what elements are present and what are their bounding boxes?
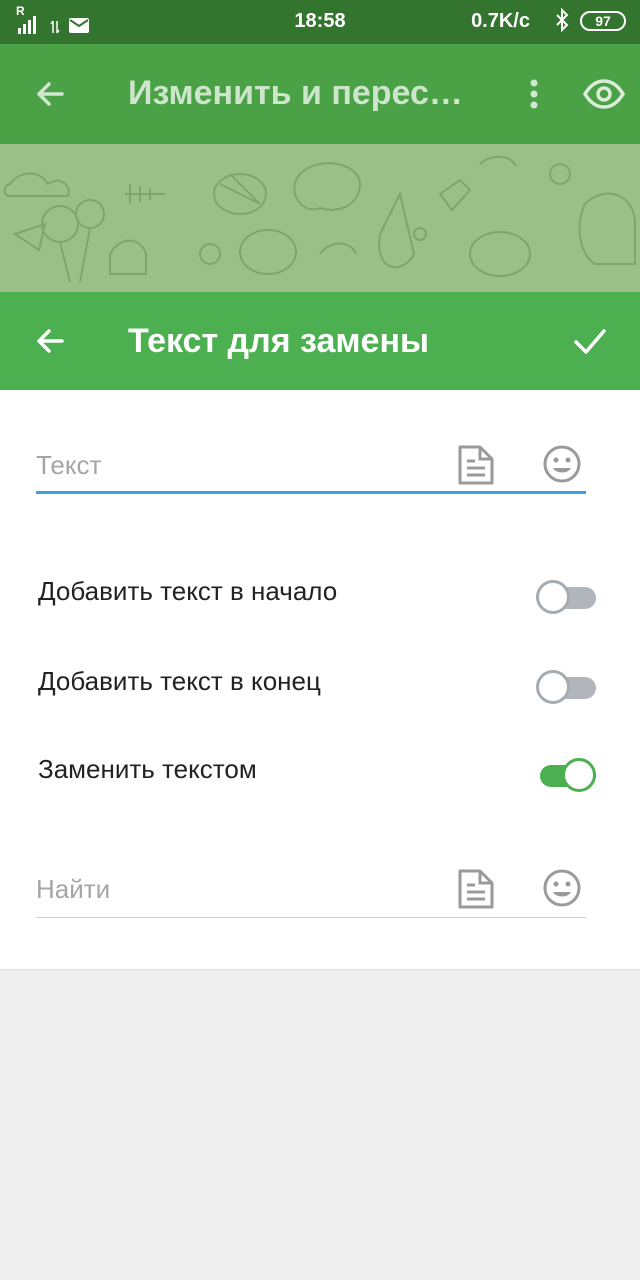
option-replace-with-text[interactable]: Заменить текстом — [38, 742, 608, 802]
empty-area — [0, 971, 640, 1280]
dialog-header: Текст для замены — [0, 292, 640, 390]
preview-button[interactable] — [578, 70, 630, 118]
network-speed: 0.7K/c — [471, 10, 530, 32]
bluetooth-icon — [554, 7, 570, 38]
chat-wallpaper — [0, 144, 640, 292]
switch-thumb — [562, 758, 596, 792]
toggle-switch-off[interactable] — [536, 670, 596, 704]
option-prepend-text[interactable]: Добавить текст в начало — [38, 564, 608, 624]
field-underline — [36, 917, 586, 918]
replacement-text-field[interactable]: Текст — [36, 434, 586, 494]
find-text-placeholder: Найти — [36, 874, 111, 904]
wallpaper-doodles — [3, 155, 636, 283]
check-icon — [574, 329, 606, 354]
confirm-button[interactable] — [566, 317, 614, 365]
arrow-back-icon — [37, 82, 64, 106]
more-options-button[interactable] — [510, 70, 558, 118]
back-button[interactable] — [26, 70, 74, 118]
switch-thumb — [536, 670, 570, 704]
field-underline-active — [36, 491, 586, 494]
arrow-back-icon — [37, 329, 64, 353]
dialog-back-button[interactable] — [26, 317, 74, 365]
smiley-icon — [543, 869, 581, 907]
more-vert-icon — [530, 79, 538, 109]
document-icon — [458, 869, 494, 909]
document-icon — [458, 445, 494, 485]
paste-document-button[interactable] — [456, 868, 496, 915]
page-title: Изменить и перес… — [128, 74, 463, 112]
paste-document-button[interactable] — [456, 444, 496, 491]
dialog-title: Текст для замены — [128, 322, 430, 360]
eye-icon — [583, 79, 625, 109]
smiley-icon — [543, 445, 581, 483]
replacement-text-placeholder: Текст — [36, 450, 102, 480]
battery-indicator: 97 — [580, 11, 626, 31]
dialog-body: Текст Добавить текст в начало Добавить т… — [0, 390, 640, 970]
battery-level: 97 — [595, 13, 611, 29]
clock: 18:58 — [294, 10, 346, 32]
option-label: Добавить текст в конец — [38, 666, 321, 696]
option-label: Добавить текст в начало — [38, 576, 338, 606]
toggle-switch-on[interactable] — [536, 758, 596, 792]
option-label: Заменить текстом — [38, 754, 257, 784]
emoji-button[interactable] — [542, 868, 582, 913]
status-bar: R 18:58 0.7K/c 97 — [0, 0, 640, 44]
emoji-button[interactable] — [542, 444, 582, 489]
switch-thumb — [536, 580, 570, 614]
top-app-bar: Изменить и перес… — [0, 44, 640, 144]
toggle-switch-off[interactable] — [536, 580, 596, 614]
option-append-text[interactable]: Добавить текст в конец — [38, 654, 608, 714]
find-text-field[interactable]: Найти — [36, 858, 586, 918]
